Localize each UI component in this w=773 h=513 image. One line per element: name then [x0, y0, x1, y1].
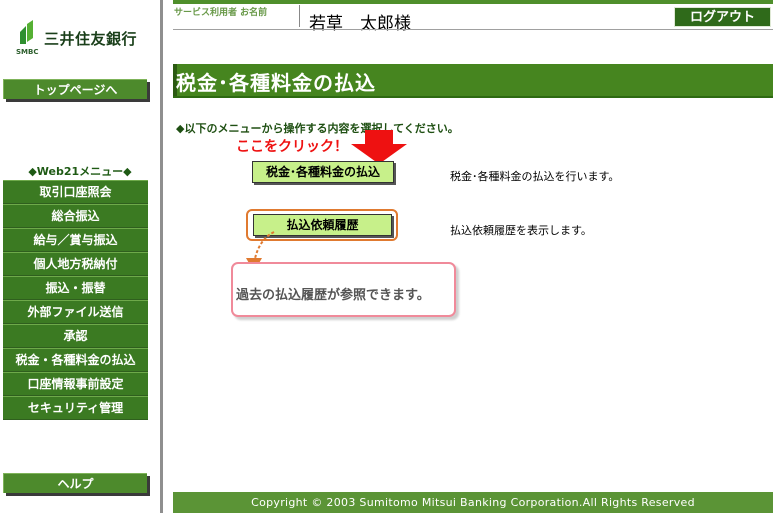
help-button[interactable]: ヘルプ [3, 473, 147, 493]
history-callout-text: 過去の払込履歴が参照できます。 [236, 288, 430, 303]
sidebar-item-approval[interactable]: 承認 [3, 324, 148, 347]
sidebar-item-salary-transfer[interactable]: 給与／賞与振込 [3, 228, 148, 251]
instruction-text: ◆以下のメニューから操作する内容を選択してください。 [176, 122, 459, 135]
menu-title: ◆Web21メニュー◆ [28, 165, 132, 178]
sidebar-item-account-inquiry[interactable]: 取引口座照会 [3, 180, 148, 203]
sidebar-menu: 取引口座照会 総合振込 給与／賞与振込 個人地方税納付 振込・振替 外部ファイル… [3, 180, 148, 420]
header-divider [173, 29, 773, 30]
logout-button[interactable]: ログアウト [674, 7, 771, 27]
user-label: サービス利用者 お名前 [174, 8, 268, 18]
bank-name: 三井住友銀行 [44, 30, 138, 48]
smbc-logo-icon [20, 20, 33, 44]
header-line [173, 0, 773, 4]
header-separator [299, 5, 300, 27]
sidebar: 三井住友銀行 SMBC トップページへ ◆Web21メニュー◆ 取引口座照会 総… [0, 0, 160, 513]
sidebar-divider [160, 0, 163, 513]
sidebar-item-account-settings[interactable]: 口座情報事前設定 [3, 372, 148, 395]
user-name: 若草 太郎様 [309, 14, 411, 34]
page-title: 税金･各種料金の払込 [176, 71, 376, 95]
footer-copyright: Copyright © 2003 Sumitomo Mitsui Banking… [173, 492, 773, 513]
sidebar-item-file-send[interactable]: 外部ファイル送信 [3, 300, 148, 323]
sidebar-item-tax-payment[interactable]: 税金・各種料金の払込 [3, 348, 148, 371]
sidebar-item-transfer[interactable]: 振込・振替 [3, 276, 148, 299]
page-title-underline [173, 96, 773, 98]
bank-sub: SMBC [16, 48, 39, 56]
tax-payment-button[interactable]: 税金･各種料金の払込 [252, 161, 394, 183]
sidebar-item-security[interactable]: セキュリティ管理 [3, 396, 148, 419]
sidebar-item-local-tax[interactable]: 個人地方税納付 [3, 252, 148, 275]
click-here-label: ここをクリック！ [236, 139, 348, 155]
bank-logo: 三井住友銀行 SMBC [16, 18, 156, 63]
payment-history-desc: 払込依頼履歴を表示します。 [450, 224, 592, 237]
top-page-button[interactable]: トップページへ [3, 79, 147, 99]
tax-payment-desc: 税金･各種料金の払込を行います。 [450, 170, 620, 183]
sidebar-item-general-transfer[interactable]: 総合振込 [3, 204, 148, 227]
